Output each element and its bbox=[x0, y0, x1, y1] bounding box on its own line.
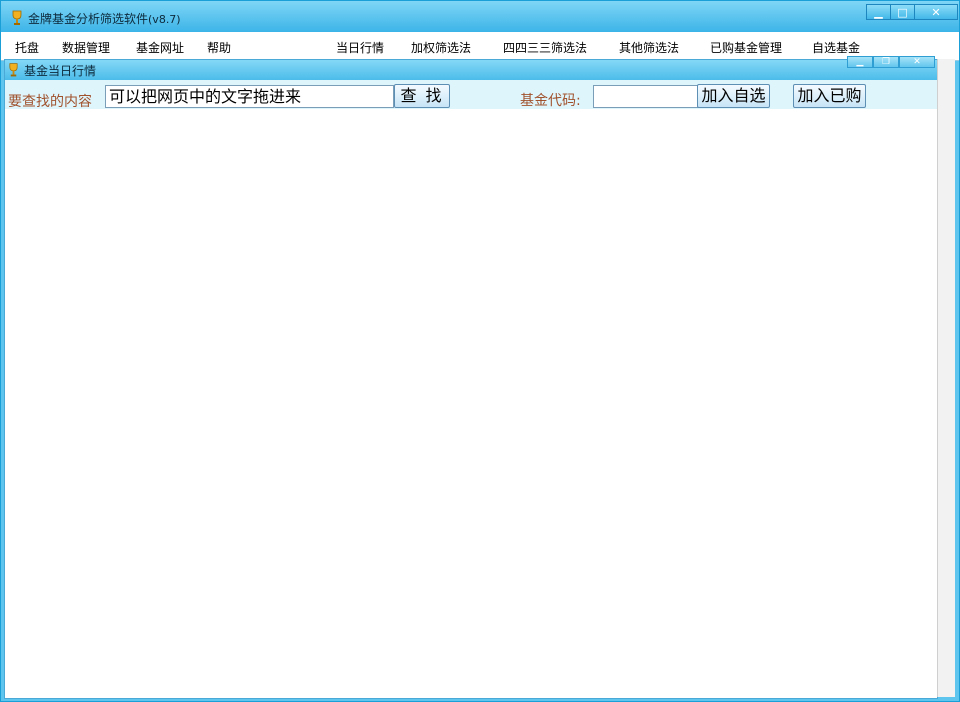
menu-tray[interactable]: 托盘 bbox=[15, 39, 39, 56]
fund-code-input[interactable] bbox=[593, 85, 699, 108]
maximize-button[interactable]: □ bbox=[890, 4, 915, 20]
menu-daily-quotes[interactable]: 当日行情 bbox=[336, 39, 384, 56]
menu-bar: 托盘 数据管理 基金网址 帮助 当日行情 加权筛选法 四四三三筛选法 其他筛选法… bbox=[1, 32, 959, 61]
menu-bought-fund-management[interactable]: 已购基金管理 bbox=[710, 39, 782, 56]
close-button[interactable]: ✕ bbox=[914, 4, 958, 20]
child-close-button[interactable]: ✕ bbox=[899, 56, 935, 68]
minimize-button[interactable]: ▁ bbox=[866, 4, 891, 20]
menu-other-filters[interactable]: 其他筛选法 bbox=[619, 39, 679, 56]
menu-favorite-funds[interactable]: 自选基金 bbox=[812, 39, 860, 56]
quotes-content-area bbox=[5, 109, 937, 698]
trophy-icon bbox=[9, 63, 18, 77]
menu-4433-filter[interactable]: 四四三三筛选法 bbox=[503, 39, 587, 56]
child-restore-button[interactable]: ❐ bbox=[873, 56, 899, 68]
menu-help[interactable]: 帮助 bbox=[207, 39, 231, 56]
menu-weighted-filter[interactable]: 加权筛选法 bbox=[411, 39, 471, 56]
child-window-title: 基金当日行情 bbox=[24, 64, 97, 78]
add-to-favorites-button[interactable]: 加入自选 bbox=[697, 84, 770, 108]
child-minimize-button[interactable]: ▁ bbox=[847, 56, 873, 68]
find-button[interactable]: 查 找 bbox=[394, 84, 450, 108]
add-to-bought-button[interactable]: 加入已购 bbox=[793, 84, 866, 108]
vertical-scrollbar[interactable] bbox=[937, 59, 955, 697]
search-label: 要查找的内容 bbox=[8, 94, 92, 110]
menu-data-management[interactable]: 数据管理 bbox=[62, 39, 110, 56]
trophy-icon bbox=[12, 10, 22, 25]
search-toolbar: 要查找的内容 可以把网页中的文字拖进来 查 找 基金代码: 加入自选 加入已购 bbox=[5, 80, 937, 110]
menu-fund-urls[interactable]: 基金网址 bbox=[136, 39, 184, 56]
window-title: 金牌基金分析筛选软件(v8.7) bbox=[28, 10, 181, 27]
daily-quotes-window: 基金当日行情 ▁ ❐ ✕ 要查找的内容 可以把网页中的文字拖进来 查 找 基金代… bbox=[4, 56, 938, 699]
window-version: (v8.7) bbox=[148, 13, 181, 26]
fund-code-label: 基金代码: bbox=[520, 93, 581, 109]
child-title-bar[interactable]: 基金当日行情 ▁ ❐ ✕ bbox=[5, 56, 937, 80]
title-bar[interactable]: 金牌基金分析筛选软件(v8.7) ▁ □ ✕ bbox=[1, 1, 959, 32]
window-title-text: 金牌基金分析筛选软件 bbox=[28, 12, 149, 26]
search-input[interactable]: 可以把网页中的文字拖进来 bbox=[105, 85, 394, 108]
